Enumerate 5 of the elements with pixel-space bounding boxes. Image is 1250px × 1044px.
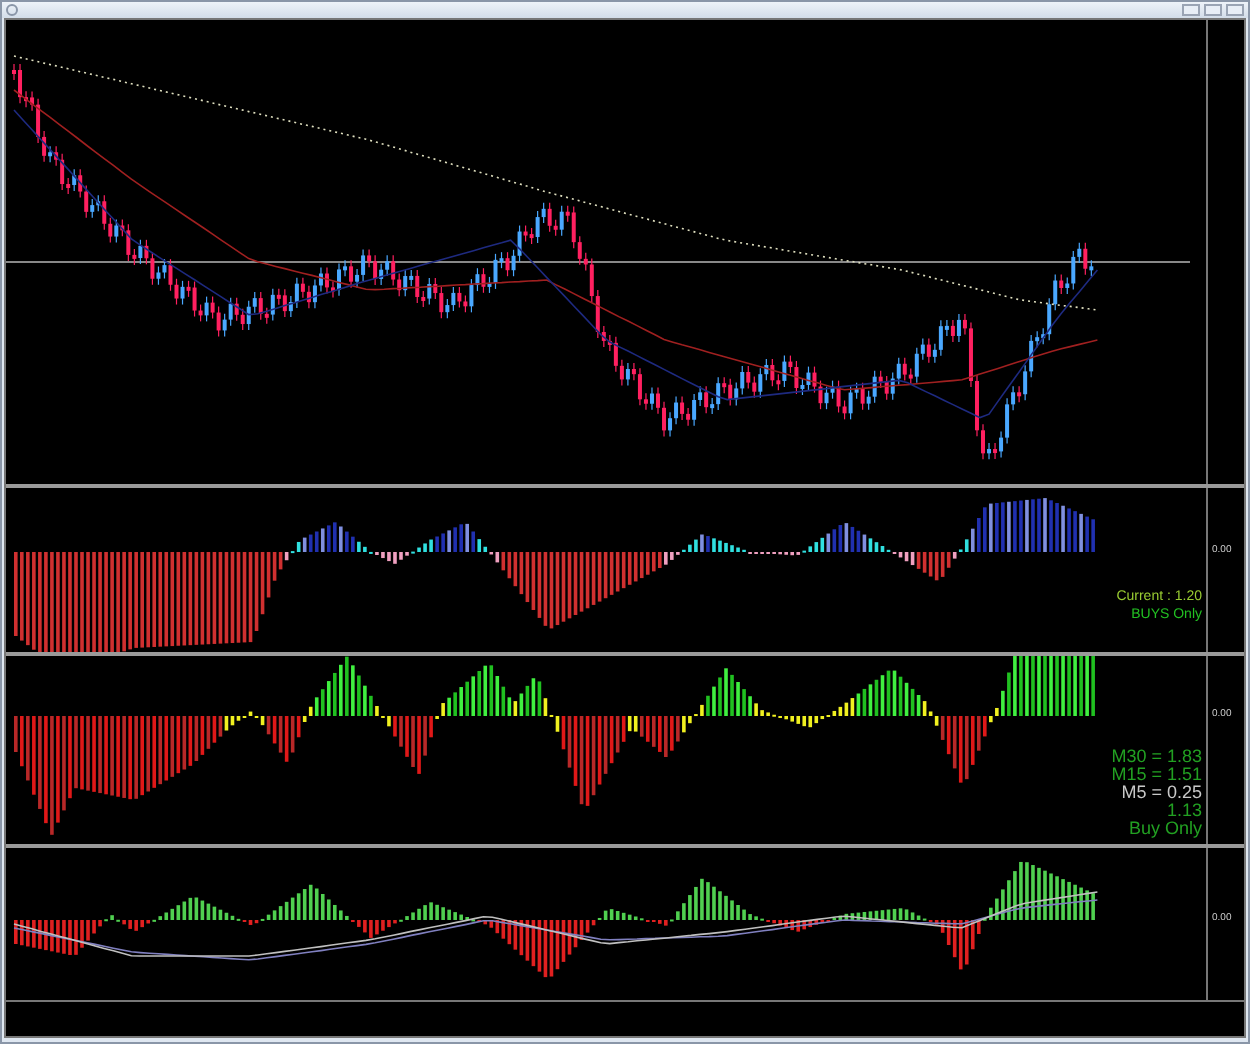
- signal-text: M15 = 1.51: [1111, 766, 1202, 784]
- signal-text: 1.13: [1164, 802, 1202, 820]
- signal-text: M30 = 1.83: [1111, 748, 1202, 766]
- signal-text: M5 = 0.25: [1119, 784, 1202, 802]
- signal-text: Buy Only: [1126, 820, 1202, 838]
